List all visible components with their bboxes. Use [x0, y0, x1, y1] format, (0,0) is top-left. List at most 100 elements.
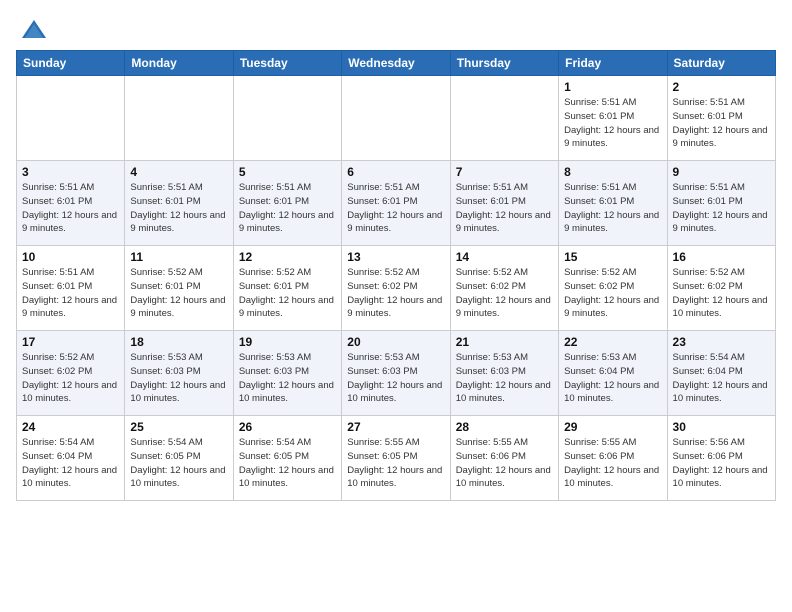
- table-row: 18 Sunrise: 5:53 AM Sunset: 6:03 PM Dayli…: [125, 331, 233, 416]
- day-number: 13: [347, 250, 444, 264]
- calendar-week-row: 1 Sunrise: 5:51 AM Sunset: 6:01 PM Daylig…: [17, 76, 776, 161]
- table-row: 27 Sunrise: 5:55 AM Sunset: 6:05 PM Dayli…: [342, 416, 450, 501]
- day-number: 15: [564, 250, 661, 264]
- calendar-week-row: 10 Sunrise: 5:51 AM Sunset: 6:01 PM Dayli…: [17, 246, 776, 331]
- day-info: Sunrise: 5:51 AM Sunset: 6:01 PM Dayligh…: [22, 181, 119, 236]
- day-info: Sunrise: 5:52 AM Sunset: 6:01 PM Dayligh…: [130, 266, 227, 321]
- day-info: Sunrise: 5:56 AM Sunset: 6:06 PM Dayligh…: [673, 436, 770, 491]
- day-info: Sunrise: 5:54 AM Sunset: 6:04 PM Dayligh…: [22, 436, 119, 491]
- day-info: Sunrise: 5:54 AM Sunset: 6:05 PM Dayligh…: [130, 436, 227, 491]
- table-row: 11 Sunrise: 5:52 AM Sunset: 6:01 PM Dayli…: [125, 246, 233, 331]
- table-row: 5 Sunrise: 5:51 AM Sunset: 6:01 PM Daylig…: [233, 161, 341, 246]
- day-info: Sunrise: 5:55 AM Sunset: 6:05 PM Dayligh…: [347, 436, 444, 491]
- day-info: Sunrise: 5:53 AM Sunset: 6:04 PM Dayligh…: [564, 351, 661, 406]
- day-number: 30: [673, 420, 770, 434]
- table-row: 13 Sunrise: 5:52 AM Sunset: 6:02 PM Dayli…: [342, 246, 450, 331]
- day-number: 2: [673, 80, 770, 94]
- day-number: 17: [22, 335, 119, 349]
- col-monday: Monday: [125, 51, 233, 76]
- col-wednesday: Wednesday: [342, 51, 450, 76]
- table-row: 4 Sunrise: 5:51 AM Sunset: 6:01 PM Daylig…: [125, 161, 233, 246]
- day-info: Sunrise: 5:51 AM Sunset: 6:01 PM Dayligh…: [673, 181, 770, 236]
- day-number: 1: [564, 80, 661, 94]
- table-row: 9 Sunrise: 5:51 AM Sunset: 6:01 PM Daylig…: [667, 161, 775, 246]
- day-info: Sunrise: 5:51 AM Sunset: 6:01 PM Dayligh…: [239, 181, 336, 236]
- day-info: Sunrise: 5:52 AM Sunset: 6:02 PM Dayligh…: [347, 266, 444, 321]
- table-row: 3 Sunrise: 5:51 AM Sunset: 6:01 PM Daylig…: [17, 161, 125, 246]
- day-info: Sunrise: 5:51 AM Sunset: 6:01 PM Dayligh…: [22, 266, 119, 321]
- table-row: 30 Sunrise: 5:56 AM Sunset: 6:06 PM Dayli…: [667, 416, 775, 501]
- day-number: 11: [130, 250, 227, 264]
- day-number: 27: [347, 420, 444, 434]
- logo: [16, 16, 48, 44]
- day-number: 24: [22, 420, 119, 434]
- table-row: 10 Sunrise: 5:51 AM Sunset: 6:01 PM Dayli…: [17, 246, 125, 331]
- day-number: 29: [564, 420, 661, 434]
- col-friday: Friday: [559, 51, 667, 76]
- day-info: Sunrise: 5:52 AM Sunset: 6:01 PM Dayligh…: [239, 266, 336, 321]
- day-info: Sunrise: 5:51 AM Sunset: 6:01 PM Dayligh…: [130, 181, 227, 236]
- table-row: 1 Sunrise: 5:51 AM Sunset: 6:01 PM Daylig…: [559, 76, 667, 161]
- calendar-table: Sunday Monday Tuesday Wednesday Thursday…: [16, 50, 776, 501]
- table-row: 21 Sunrise: 5:53 AM Sunset: 6:03 PM Dayli…: [450, 331, 558, 416]
- day-number: 25: [130, 420, 227, 434]
- table-row: 12Sunrise: 5:52 AM Sunset: 6:01 PM Dayli…: [233, 246, 341, 331]
- day-info: Sunrise: 5:55 AM Sunset: 6:06 PM Dayligh…: [456, 436, 553, 491]
- day-number: 6: [347, 165, 444, 179]
- day-number: 23: [673, 335, 770, 349]
- table-row: 2 Sunrise: 5:51 AM Sunset: 6:01 PM Daylig…: [667, 76, 775, 161]
- day-info: Sunrise: 5:51 AM Sunset: 6:01 PM Dayligh…: [564, 96, 661, 151]
- table-row: 8 Sunrise: 5:51 AM Sunset: 6:01 PM Daylig…: [559, 161, 667, 246]
- col-saturday: Saturday: [667, 51, 775, 76]
- table-row: 28 Sunrise: 5:55 AM Sunset: 6:06 PM Dayli…: [450, 416, 558, 501]
- table-row: 25 Sunrise: 5:54 AM Sunset: 6:05 PM Dayli…: [125, 416, 233, 501]
- calendar-week-row: 3 Sunrise: 5:51 AM Sunset: 6:01 PM Daylig…: [17, 161, 776, 246]
- col-tuesday: Tuesday: [233, 51, 341, 76]
- day-info: Sunrise: 5:54 AM Sunset: 6:04 PM Dayligh…: [673, 351, 770, 406]
- table-row: 15 Sunrise: 5:52 AM Sunset: 6:02 PM Dayli…: [559, 246, 667, 331]
- day-info: Sunrise: 5:51 AM Sunset: 6:01 PM Dayligh…: [564, 181, 661, 236]
- calendar-header-row: Sunday Monday Tuesday Wednesday Thursday…: [17, 51, 776, 76]
- day-number: 18: [130, 335, 227, 349]
- col-sunday: Sunday: [17, 51, 125, 76]
- day-number: 7: [456, 165, 553, 179]
- table-row: 7 Sunrise: 5:51 AM Sunset: 6:01 PM Daylig…: [450, 161, 558, 246]
- day-number: 9: [673, 165, 770, 179]
- table-row: 26Sunrise: 5:54 AM Sunset: 6:05 PM Dayli…: [233, 416, 341, 501]
- table-row: 17 Sunrise: 5:52 AM Sunset: 6:02 PM Dayli…: [17, 331, 125, 416]
- table-row: 16 Sunrise: 5:52 AM Sunset: 6:02 PM Dayli…: [667, 246, 775, 331]
- day-info: Sunrise: 5:53 AM Sunset: 6:03 PM Dayligh…: [130, 351, 227, 406]
- day-number: 22: [564, 335, 661, 349]
- day-number: 21: [456, 335, 553, 349]
- day-number: 16: [673, 250, 770, 264]
- day-info: Sunrise: 5:55 AM Sunset: 6:06 PM Dayligh…: [564, 436, 661, 491]
- day-info: Sunrise: 5:51 AM Sunset: 6:01 PM Dayligh…: [456, 181, 553, 236]
- day-info: Sunrise: 5:53 AM Sunset: 6:03 PM Dayligh…: [456, 351, 553, 406]
- day-info: Sunrise: 5:52 AM Sunset: 6:02 PM Dayligh…: [22, 351, 119, 406]
- table-row: 23 Sunrise: 5:54 AM Sunset: 6:04 PM Dayli…: [667, 331, 775, 416]
- day-number: 14: [456, 250, 553, 264]
- day-info: Sunrise: 5:52 AM Sunset: 6:02 PM Dayligh…: [673, 266, 770, 321]
- day-info: Sunrise: 5:54 AM Sunset: 6:05 PM Dayligh…: [239, 436, 336, 491]
- day-info: Sunrise: 5:52 AM Sunset: 6:02 PM Dayligh…: [564, 266, 661, 321]
- table-row: 14Sunrise: 5:52 AM Sunset: 6:02 PM Dayli…: [450, 246, 558, 331]
- table-row: 20Sunrise: 5:53 AM Sunset: 6:03 PM Dayli…: [342, 331, 450, 416]
- day-number: 4: [130, 165, 227, 179]
- table-row: [233, 76, 341, 161]
- day-number: 5: [239, 165, 336, 179]
- day-info: Sunrise: 5:51 AM Sunset: 6:01 PM Dayligh…: [673, 96, 770, 151]
- table-row: [450, 76, 558, 161]
- day-number: 19: [239, 335, 336, 349]
- calendar-week-row: 17 Sunrise: 5:52 AM Sunset: 6:02 PM Dayli…: [17, 331, 776, 416]
- logo-icon: [20, 16, 48, 44]
- day-number: 3: [22, 165, 119, 179]
- day-info: Sunrise: 5:53 AM Sunset: 6:03 PM Dayligh…: [347, 351, 444, 406]
- day-number: 8: [564, 165, 661, 179]
- table-row: [17, 76, 125, 161]
- table-row: [342, 76, 450, 161]
- day-info: Sunrise: 5:51 AM Sunset: 6:01 PM Dayligh…: [347, 181, 444, 236]
- day-number: 10: [22, 250, 119, 264]
- day-number: 28: [456, 420, 553, 434]
- table-row: 24 Sunrise: 5:54 AM Sunset: 6:04 PM Dayli…: [17, 416, 125, 501]
- day-info: Sunrise: 5:53 AM Sunset: 6:03 PM Dayligh…: [239, 351, 336, 406]
